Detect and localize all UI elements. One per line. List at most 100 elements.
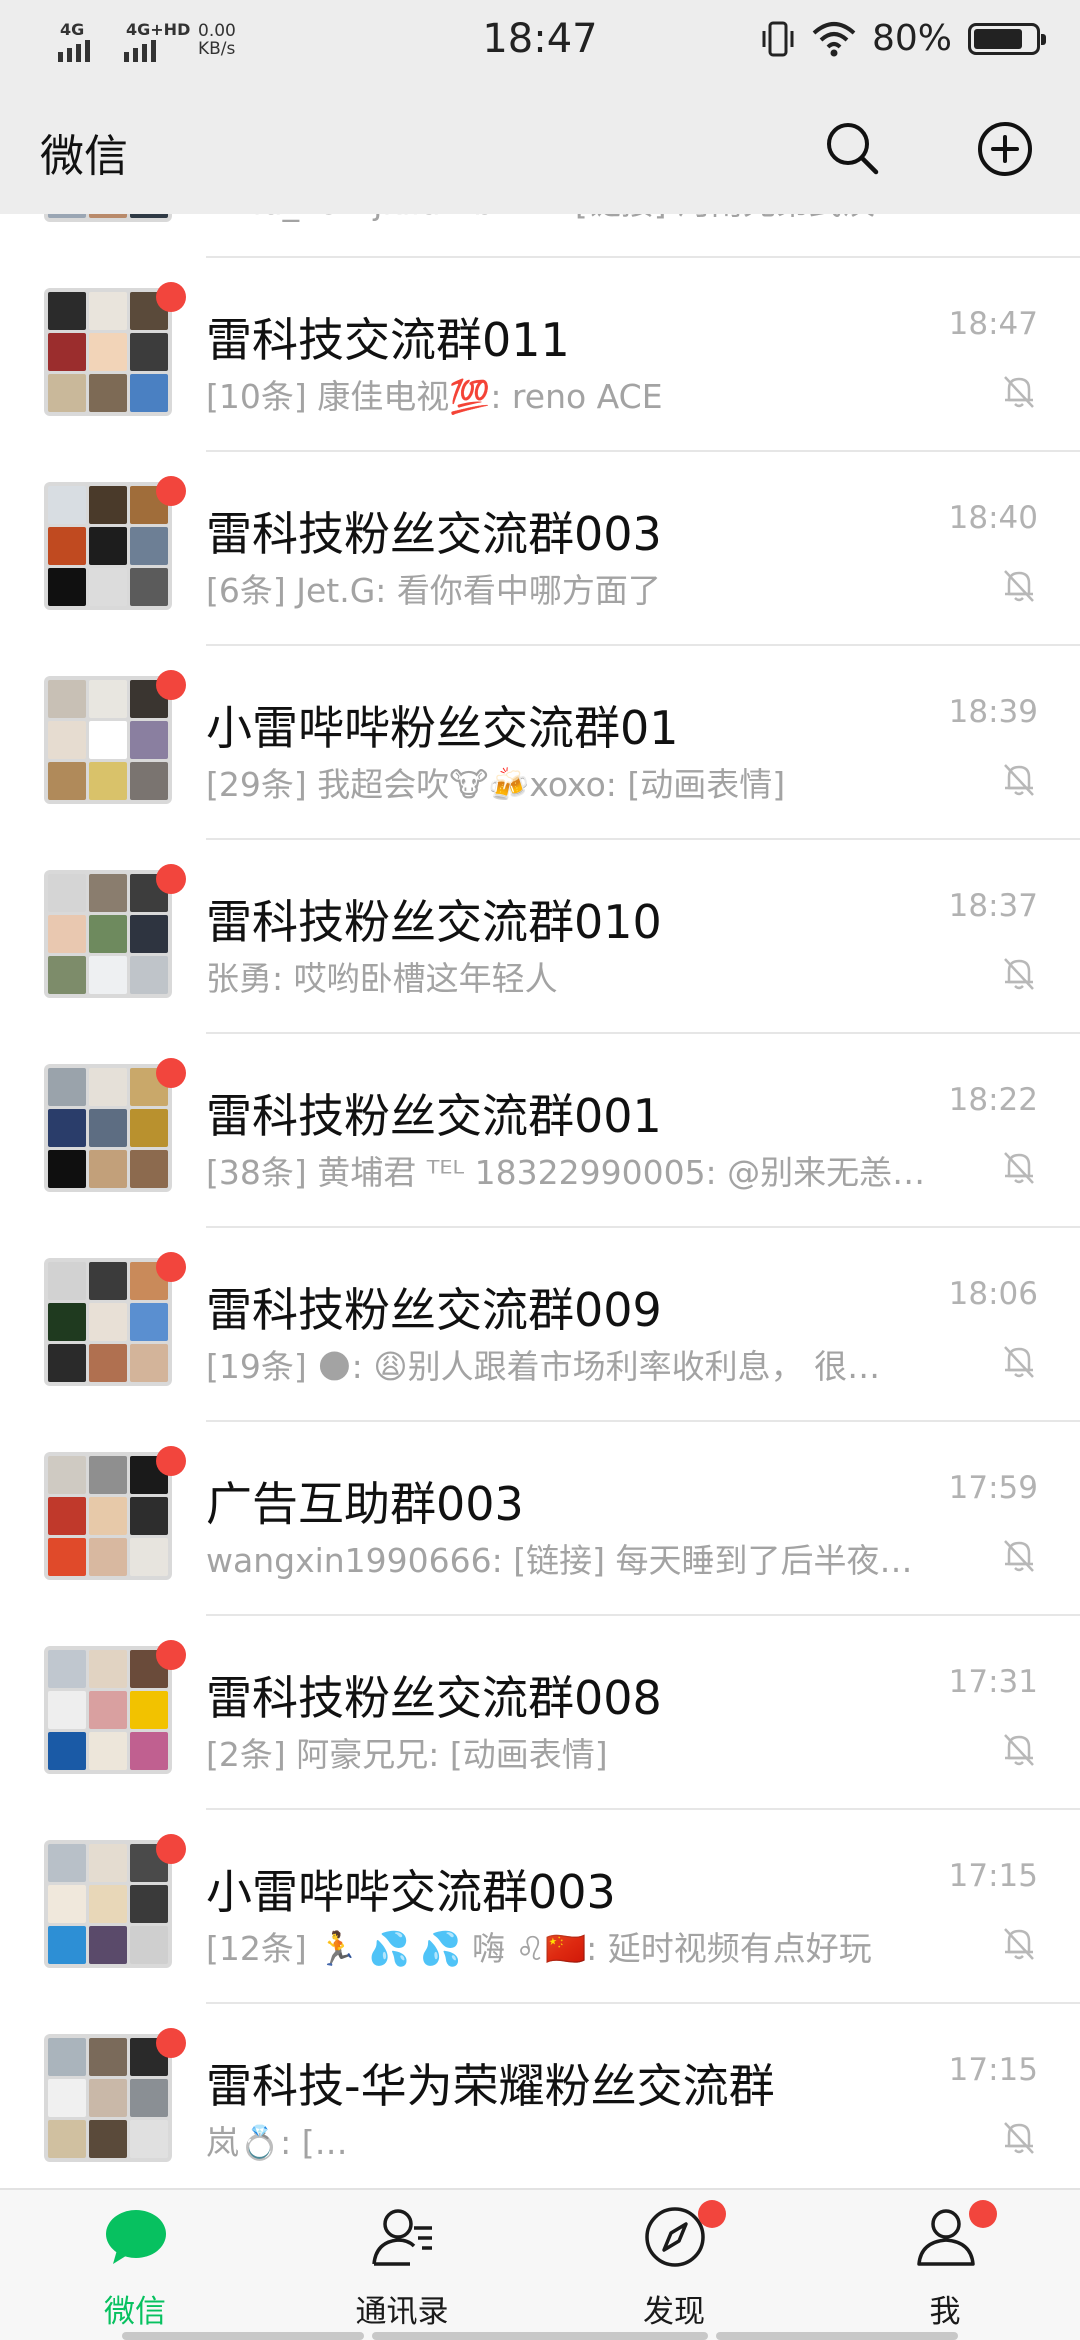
chat-time: 17:15 [948,1858,1038,1894]
avatar-tile [89,956,127,994]
mute-bell-icon [1004,1928,1034,1960]
chat-name: 雷科技交流群011 [206,313,570,367]
avatar-tile [48,1344,86,1382]
chat-item[interactable]: 雷科技粉丝交流群010 张勇: 哎哟卧槽这年轻人 18:37 [0,840,1080,1034]
chat-item[interactable]: 雷科技-华为荣耀粉丝交流群 岚💍: [… 17:15 [0,2004,1080,2188]
tab-discover[interactable]: 发现 [574,2190,774,2340]
chat-name: 小雷哔哔粉丝交流群01 [206,701,679,755]
avatar-tile [48,1885,86,1923]
avatar-tile [48,874,86,912]
avatar-tile [48,1456,86,1494]
unread-dot [156,282,186,312]
chat-item[interactable]: 广告互助群003 wangxin1990666: [链接] 每天睡到了后半夜… 17… [0,1422,1080,1616]
avatar-tile [130,527,168,565]
avatar-tile [89,527,127,565]
avatar-tile [89,915,127,953]
avatar-tile [130,956,168,994]
avatar-tile [130,1497,168,1535]
vibrate-icon [762,21,794,56]
group-avatar [44,676,172,804]
chat-preview: [12条] 🏃 💦 💦 嗨 ♌🇨🇳: 延时视频有点好玩 [206,1929,872,1968]
chat-time: 18:47 [948,306,1038,342]
tab-label: 通讯录 [355,2294,449,2330]
search-icon [827,123,879,175]
page-title: 微信 [40,131,128,182]
group-avatar [44,288,172,416]
avatar-tile [130,1926,168,1964]
avatar-tile [130,1538,168,1576]
avatar-tile [48,2079,86,2117]
me-badge [969,2200,997,2228]
tab-me[interactable]: 我 [845,2190,1045,2340]
nav-handle-right [716,2332,958,2340]
avatar-tile [130,1732,168,1770]
avatar-tile [89,1150,127,1188]
avatar-tile [130,915,168,953]
mute-bell-icon [1004,2122,1034,2154]
status-right: 80% [760,18,1046,59]
avatar-tile [48,374,86,412]
chat-item[interactable]: 雷科技粉丝交流群009 [19条] 🌑: 😩别人跟着市场利率收利息， 很… 18:0… [0,1228,1080,1422]
tab-label: 微信 [104,2294,166,2330]
avatar-tile [89,1926,127,1964]
avatar-tile [89,2038,127,2076]
unread-dot [156,1446,186,1476]
mute-bell-icon [1004,958,1034,990]
unread-dot [156,1252,186,1282]
chat-preview: [38条] 黄埔君 ᵀᴱᴸ 18322990005: @别来无恙你在心… [206,1153,936,1192]
tab-contacts[interactable]: 通讯录 [302,2190,502,2340]
discover-badge [698,2200,726,2228]
top-bar: 微信 [0,90,1080,214]
avatar-tile [89,1456,127,1494]
avatar-tile [130,1150,168,1188]
chat-time: 17:31 [948,1664,1038,1700]
avatar-tile [89,680,127,718]
avatar-tile [89,1650,127,1688]
avatar-tile [48,1303,86,1341]
search-button[interactable] [820,116,886,182]
group-avatar [44,870,172,998]
chat-item[interactable]: 雷科技粉丝交流群003 [6条] Jet.G: 看你看中哪方面了 18:40 [0,452,1080,646]
plus-circle-icon [978,122,1032,176]
chat-item[interactable]: 雷科技交流群011 [10条] 康佳电视💯: reno ACE 18:47 [0,258,1080,452]
avatar-tile [48,956,86,994]
avatar-tile [89,1691,127,1729]
bottom-tab-bar: 微信 通讯录 发现 我 [0,2188,1080,2340]
unread-dot [156,1058,186,1088]
tab-chats[interactable]: 微信 [35,2190,235,2340]
avatar-tile [89,1497,127,1535]
avatar-tile [48,2120,86,2158]
avatar-tile [48,1926,86,1964]
chat-item[interactable]: 雷科技粉丝交流群001 [38条] 黄埔君 ᵀᴱᴸ 18322990005: @别… [0,1034,1080,1228]
chat-preview: [19条] 🌑: 😩别人跟着市场利率收利息， 很… [206,1347,881,1386]
chat-name: 雷科技粉丝交流群008 [206,1671,662,1725]
group-avatar [44,1646,172,1774]
add-button[interactable] [972,116,1038,182]
chat-preview: [6条] Jet.G: 看你看中哪方面了 [206,571,661,610]
chat-time: 18:37 [948,888,1038,924]
avatar-tile [48,292,86,330]
group-avatar [44,1064,172,1192]
contacts-icon [372,2209,432,2266]
group-avatar [44,1258,172,1386]
avatar-tile [48,1262,86,1300]
avatar-tile [48,527,86,565]
chat-item[interactable]: wxid_79mjkilumbz11: [链接] 河南兄弟武汉… [0,214,1080,258]
chat-name: 广告互助群003 [206,1477,524,1531]
chat-item[interactable]: 小雷哔哔粉丝交流群01 [29条] 我超会吹🐮🍻xoxo: [动画表情] 18:39 [0,646,1080,840]
chat-preview: wangxin1990666: [链接] 每天睡到了后半夜… [206,1541,913,1580]
avatar-tile [130,1344,168,1382]
avatar-tile [89,333,127,371]
chat-time: 18:40 [948,500,1038,536]
avatar-tile [48,2038,86,2076]
chat-list[interactable]: wxid_79mjkilumbz11: [链接] 河南兄弟武汉… 雷科技交流群01… [0,214,1080,2188]
mute-bell-icon [1004,1346,1034,1378]
chat-item[interactable]: 小雷哔哔交流群003 [12条] 🏃 💦 💦 嗨 ♌🇨🇳: 延时视频有点好玩 17:… [0,1810,1080,2004]
chat-preview: 张勇: 哎哟卧槽这年轻人 [206,959,558,998]
avatar-tile [89,2120,127,2158]
mute-bell-icon [1004,764,1034,796]
chat-item[interactable]: 雷科技粉丝交流群008 [2条] 阿豪兄兄: [动画表情] 17:31 [0,1616,1080,1810]
avatar-tile [89,1109,127,1147]
chat-preview: [2条] 阿豪兄兄: [动画表情] [206,1735,608,1774]
mute-bell-icon [1004,1152,1034,1184]
